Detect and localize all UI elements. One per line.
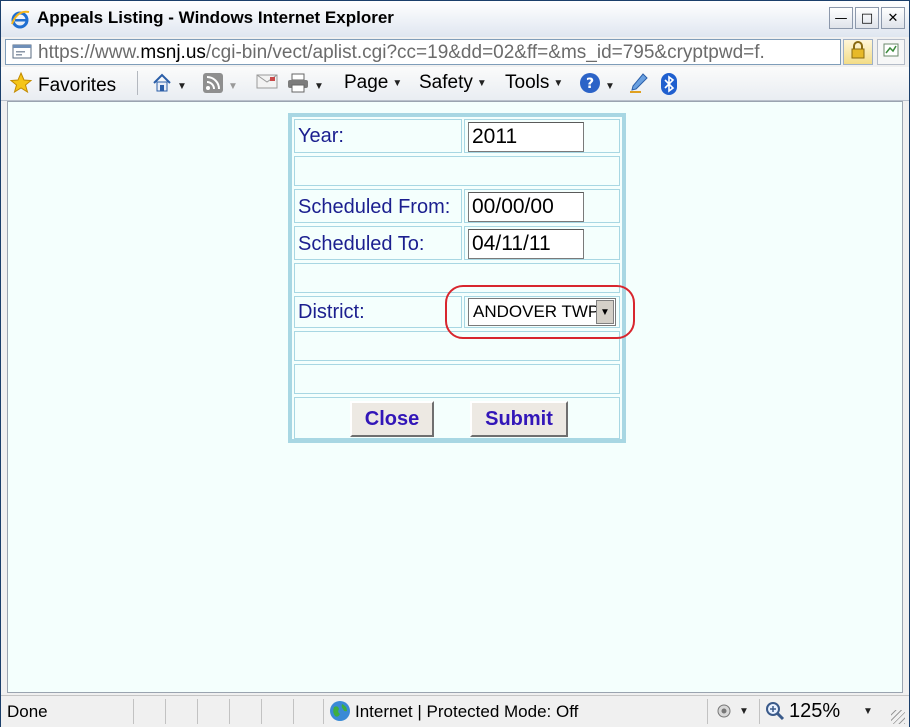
year-label-cell: Year:: [294, 119, 462, 153]
status-divider: [323, 699, 324, 724]
home-icon: [151, 72, 173, 100]
browser-window: Appeals Listing - Windows Internet Explo…: [0, 0, 910, 727]
spacer-row: [294, 364, 620, 394]
read-mail-button[interactable]: [256, 72, 278, 96]
status-text: Done: [7, 702, 48, 721]
rss-feed-icon: [202, 72, 224, 100]
help-button[interactable]: ? ▼: [579, 72, 615, 100]
scheduled-from-input-cell: 00/00/00: [464, 189, 620, 223]
privacy-button[interactable]: ▼: [713, 701, 749, 721]
chevron-down-icon: ▼: [476, 77, 487, 89]
chevron-down-icon: ▼: [177, 80, 187, 92]
url-path: /cgi-bin/vect/aplist.cgi?cc=19&dd=02&ff=…: [205, 42, 765, 63]
page-menu[interactable]: Page ▼: [344, 72, 402, 94]
status-divider: [261, 699, 262, 724]
status-divider: [293, 699, 294, 724]
globe-icon: [329, 700, 351, 727]
status-divider: [165, 699, 166, 724]
district-label-cell: District:: [294, 296, 462, 328]
scheduled-to-label-cell: Scheduled To:: [294, 226, 462, 260]
scheduled-to-input[interactable]: 04/11/11: [468, 229, 584, 259]
toolbar-separator: [137, 71, 138, 95]
compatibility-view-button[interactable]: [877, 39, 905, 65]
url-host: msnj.us: [140, 42, 206, 63]
minimize-icon: —: [834, 10, 848, 26]
zoom-icon: [765, 701, 785, 726]
close-icon: ✕: [887, 10, 899, 26]
appeals-form: Year: 2011 Scheduled From: 00/00/00 Sche…: [288, 113, 626, 443]
print-button[interactable]: ▼: [286, 72, 324, 100]
home-button[interactable]: ▼: [151, 72, 187, 100]
spacer-row: [294, 156, 620, 186]
star-icon: [9, 71, 33, 101]
button-row: Close Submit: [294, 397, 620, 439]
security-zone-text: Internet | Protected Mode: Off: [355, 702, 579, 721]
status-divider: [229, 699, 230, 724]
status-divider: [707, 699, 708, 724]
status-divider: [197, 699, 198, 724]
scheduled-from-label-cell: Scheduled From:: [294, 189, 462, 223]
status-bar: Done Internet | Protected Mode: Off ▼ 12…: [1, 695, 909, 727]
mail-icon: [256, 72, 278, 96]
gear-icon: [717, 704, 731, 718]
maximize-icon: □: [860, 10, 874, 26]
url-scheme: https://www.: [38, 42, 141, 63]
safety-menu[interactable]: Safety ▼: [419, 72, 487, 94]
chevron-down-icon: ▼: [314, 80, 324, 92]
minimize-button[interactable]: —: [829, 7, 853, 29]
submit-button[interactable]: Submit: [470, 401, 568, 437]
title-bar: Appeals Listing - Windows Internet Explo…: [1, 1, 909, 38]
year-label: Year:: [298, 125, 344, 147]
page-icon: [12, 44, 32, 60]
district-highlight-circle: [445, 285, 635, 339]
security-lock-button[interactable]: [843, 39, 873, 65]
lock-icon: [851, 40, 865, 64]
address-url: https://www.msnj.us/cgi-bin/vect/aplist.…: [38, 42, 838, 64]
compatibility-view-icon: [882, 41, 900, 64]
feeds-button[interactable]: ▼: [202, 72, 238, 100]
help-icon: ?: [579, 72, 601, 100]
chevron-down-icon[interactable]: ▼: [863, 706, 873, 717]
zoom-level[interactable]: 125%: [789, 700, 840, 723]
chevron-down-icon: ▼: [553, 77, 564, 89]
address-bar: https://www.msnj.us/cgi-bin/vect/aplist.…: [1, 37, 909, 68]
printer-icon: [286, 72, 310, 100]
scheduled-from-input[interactable]: 00/00/00: [468, 192, 584, 222]
close-window-button[interactable]: ✕: [881, 7, 905, 29]
close-button[interactable]: Close: [350, 401, 434, 437]
bluetooth-button[interactable]: [660, 72, 678, 102]
resize-grip[interactable]: [891, 710, 905, 724]
year-input[interactable]: 2011: [468, 122, 584, 152]
research-button[interactable]: [629, 72, 649, 100]
chevron-down-icon: ▼: [228, 80, 238, 92]
command-bar: Favorites ▼ ▼ ▼ Page ▼ Safety ▼ Tools ▼ …: [1, 67, 909, 101]
scheduled-to-label: Scheduled To:: [298, 233, 425, 255]
favorites-label: Favorites: [38, 75, 117, 96]
svg-text:?: ?: [586, 76, 594, 92]
status-divider: [759, 699, 760, 724]
year-input-cell: 2011: [464, 119, 620, 153]
pen-icon: [629, 72, 649, 100]
safety-menu-label: Safety: [419, 72, 473, 93]
window-controls: — □ ✕: [829, 7, 905, 29]
page-content: Year: 2011 Scheduled From: 00/00/00 Sche…: [7, 101, 903, 693]
chevron-down-icon: ▼: [605, 80, 615, 92]
scheduled-from-label: Scheduled From:: [298, 196, 451, 218]
bluetooth-icon: [660, 72, 678, 102]
district-label: District:: [298, 301, 365, 323]
internet-explorer-icon: [9, 8, 31, 30]
page-menu-label: Page: [344, 72, 389, 93]
status-divider: [133, 699, 134, 724]
chevron-down-icon: ▼: [392, 77, 403, 89]
tools-menu[interactable]: Tools ▼: [505, 72, 563, 94]
scheduled-to-input-cell: 04/11/11: [464, 226, 620, 260]
window-title: Appeals Listing - Windows Internet Explo…: [37, 8, 394, 27]
maximize-button[interactable]: □: [855, 7, 879, 29]
favorites-button[interactable]: Favorites: [9, 71, 116, 101]
address-field[interactable]: https://www.msnj.us/cgi-bin/vect/aplist.…: [5, 39, 841, 65]
tools-menu-label: Tools: [505, 72, 550, 93]
chevron-down-icon: ▼: [739, 705, 749, 717]
